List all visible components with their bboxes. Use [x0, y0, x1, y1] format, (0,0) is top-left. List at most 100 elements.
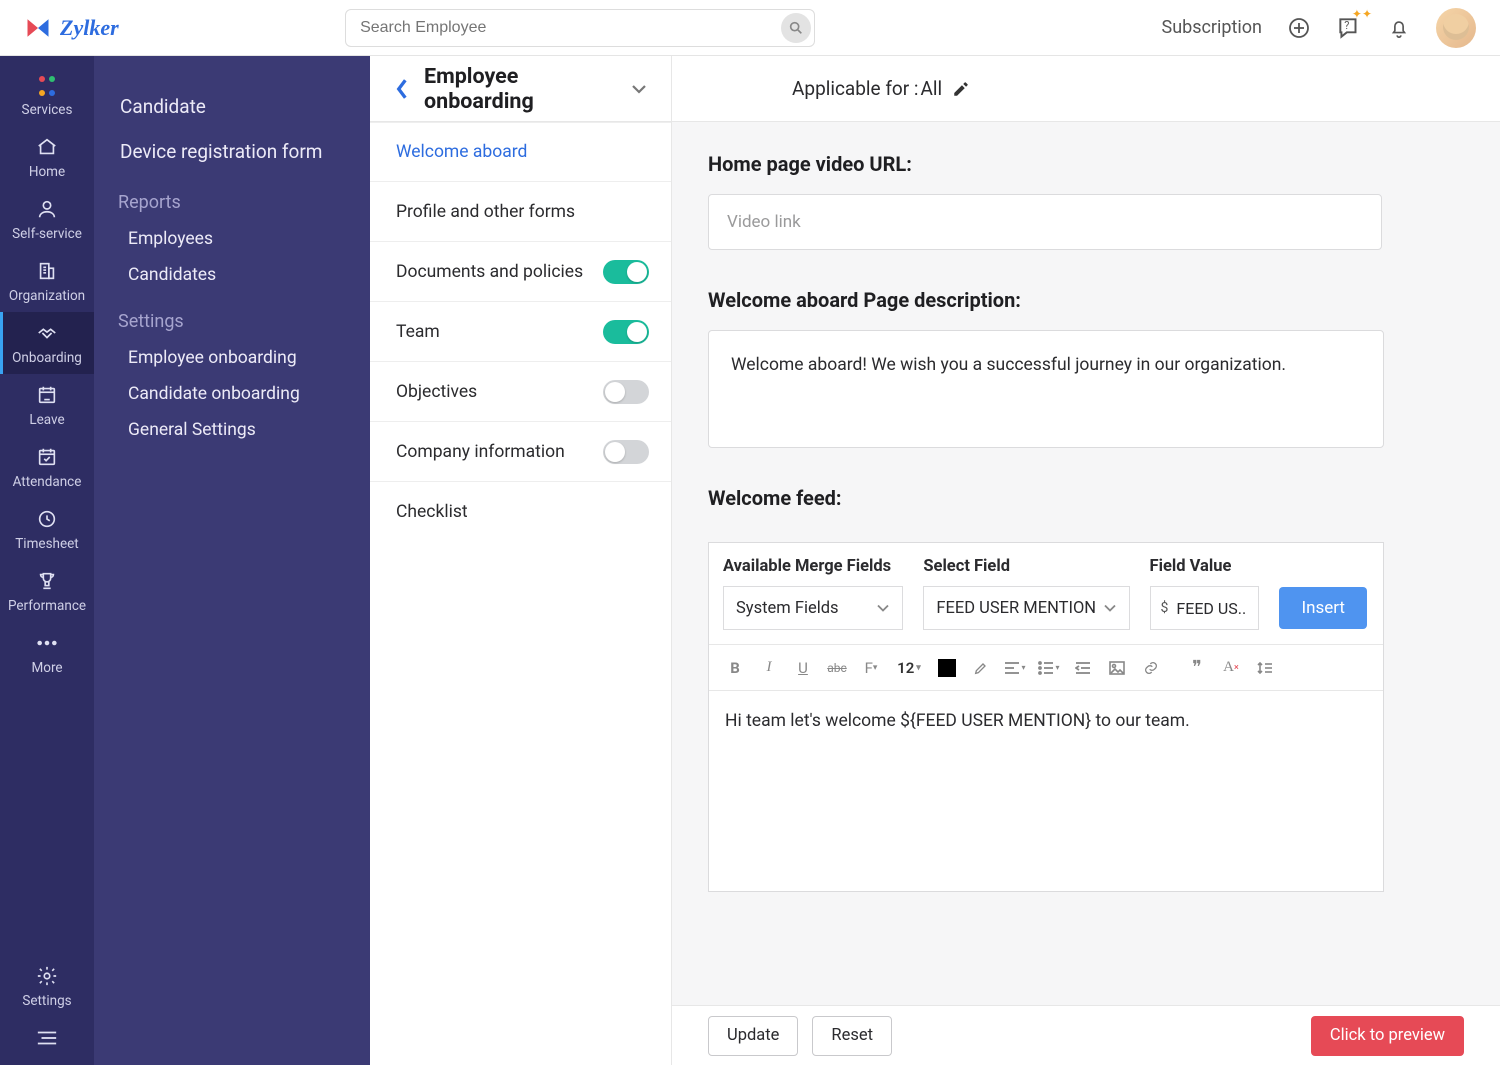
tab-company-information[interactable]: Company information [370, 422, 671, 482]
select-field-value: FEED USER MENTION [936, 599, 1096, 618]
image-icon[interactable] [1101, 653, 1133, 683]
toggle-team[interactable] [603, 320, 649, 344]
tab-team[interactable]: Team [370, 302, 671, 362]
help-icon[interactable]: ? ✦✦ [1336, 15, 1362, 41]
brand-logo[interactable]: Zylker [24, 14, 119, 42]
services-icon [39, 76, 55, 82]
description-textarea[interactable]: Welcome aboard! We wish you a successful… [708, 330, 1384, 448]
chevron-down-icon [876, 603, 890, 613]
add-icon[interactable] [1286, 15, 1312, 41]
select-field-select[interactable]: FEED USER MENTION [923, 586, 1129, 630]
update-button[interactable]: Update [708, 1016, 798, 1056]
italic-icon[interactable]: I [753, 653, 785, 683]
tab-label: Profile and other forms [396, 202, 575, 222]
align-icon[interactable]: ▾ [999, 653, 1031, 683]
sparkle-icon: ✦✦ [1352, 7, 1372, 21]
secnav-candidates[interactable]: Candidates [94, 257, 370, 293]
notifications-icon[interactable] [1386, 15, 1412, 41]
merge-fields-select[interactable]: System Fields [723, 586, 903, 630]
clear-format-icon[interactable]: A× [1215, 653, 1247, 683]
rail-label: Onboarding [12, 350, 82, 366]
feed-heading-block: Welcome feed: [672, 456, 1500, 542]
rail-more[interactable]: More [0, 622, 94, 684]
underline-icon[interactable]: U [787, 653, 819, 683]
description-heading: Welcome aboard Page description: [708, 288, 1464, 312]
strike-icon[interactable]: abc [821, 653, 853, 683]
rte-body[interactable]: Hi team let's welcome ${FEED USER MENTIO… [709, 691, 1383, 891]
line-height-icon[interactable] [1249, 653, 1281, 683]
applicable-for-bar: Applicable for : All [672, 56, 1500, 122]
rail-performance[interactable]: Performance [0, 560, 94, 622]
chevron-down-icon[interactable] [631, 83, 647, 95]
tab-documents-and-policies[interactable]: Documents and policies [370, 242, 671, 302]
link-icon[interactable] [1135, 653, 1167, 683]
toggle-objectives[interactable] [603, 380, 649, 404]
merge-fields-heading: Available Merge Fields [723, 557, 903, 576]
secnav-device-registration[interactable]: Device registration form [94, 129, 370, 174]
main-content: Applicable for : All Home page video URL… [672, 56, 1500, 1065]
video-url-placeholder: Video link [727, 212, 801, 232]
search-icon[interactable] [781, 13, 811, 43]
gear-icon [36, 965, 58, 987]
welcome-feed-panel: Available Merge Fields System Fields Sel… [708, 542, 1384, 892]
feed-heading: Welcome feed: [708, 486, 1464, 510]
video-url-block: Home page video URL: Video link [672, 122, 1500, 258]
tab-profile-and-other-forms[interactable]: Profile and other forms [370, 182, 671, 242]
search-employee[interactable] [345, 9, 815, 47]
tab-label: Objectives [396, 382, 477, 402]
rail-self-service[interactable]: Self-service [0, 188, 94, 250]
toggle-company-information[interactable] [603, 440, 649, 464]
rail-onboarding[interactable]: Onboarding [0, 312, 94, 374]
insert-button[interactable]: Insert [1279, 587, 1367, 629]
tab-label: Documents and policies [396, 262, 583, 282]
text-color-icon[interactable] [931, 653, 963, 683]
list-icon[interactable]: ▾ [1033, 653, 1065, 683]
secondary-nav: Candidate Device registration form Repor… [94, 56, 370, 1065]
edit-applicable-icon[interactable] [952, 80, 970, 98]
rail-home[interactable]: Home [0, 126, 94, 188]
avatar[interactable] [1436, 8, 1476, 48]
svg-text:?: ? [1344, 19, 1349, 32]
highlight-icon[interactable] [965, 653, 997, 683]
field-value-input[interactable]: $ FEED US.. [1150, 586, 1260, 630]
secnav-candidate[interactable]: Candidate [94, 84, 370, 129]
rail-collapse[interactable] [0, 1017, 94, 1065]
rail-leave[interactable]: Leave [0, 374, 94, 436]
font-family-icon[interactable]: F▾ [855, 653, 887, 683]
reset-button[interactable]: Reset [812, 1016, 892, 1056]
outdent-icon[interactable] [1067, 653, 1099, 683]
applicable-for-label: Applicable for : [792, 77, 919, 100]
secnav-reports-heading: Reports [94, 174, 370, 221]
toggle-documents-and-policies[interactable] [603, 260, 649, 284]
page-header: Employee onboarding [370, 56, 671, 122]
preview-button[interactable]: Click to preview [1311, 1016, 1464, 1056]
font-size-input[interactable]: 12▾ [889, 653, 929, 683]
quote-icon[interactable]: ❞ [1181, 653, 1213, 683]
trophy-icon [36, 570, 58, 592]
back-icon[interactable] [394, 78, 410, 100]
building-icon [36, 260, 58, 282]
subscription-link[interactable]: Subscription [1162, 17, 1263, 38]
tab-objectives[interactable]: Objectives [370, 362, 671, 422]
secnav-candidate-onboarding[interactable]: Candidate onboarding [94, 376, 370, 412]
tab-label: Checklist [396, 502, 468, 522]
tab-label: Company information [396, 442, 565, 462]
bold-icon[interactable]: B [719, 653, 751, 683]
tab-welcome-aboard[interactable]: Welcome aboard [370, 122, 671, 182]
secnav-employee-onboarding[interactable]: Employee onboarding [94, 340, 370, 376]
rail-organization[interactable]: Organization [0, 250, 94, 312]
rail-timesheet[interactable]: Timesheet [0, 498, 94, 560]
rail-settings[interactable]: Settings [0, 955, 94, 1017]
rail-services[interactable]: Services [0, 62, 94, 126]
secnav-employees[interactable]: Employees [94, 221, 370, 257]
tab-checklist[interactable]: Checklist [370, 482, 671, 542]
rail-attendance[interactable]: Attendance [0, 436, 94, 498]
field-value-heading: Field Value [1150, 557, 1260, 576]
video-url-input[interactable]: Video link [708, 194, 1382, 250]
secnav-settings-heading: Settings [94, 293, 370, 340]
topbar: Zylker Subscription ? ✦✦ [0, 0, 1500, 56]
search-input[interactable] [345, 9, 815, 47]
description-block: Welcome aboard Page description: Welcome… [672, 258, 1500, 456]
secnav-general-settings[interactable]: General Settings [94, 412, 370, 448]
rail-label: Leave [29, 412, 64, 428]
